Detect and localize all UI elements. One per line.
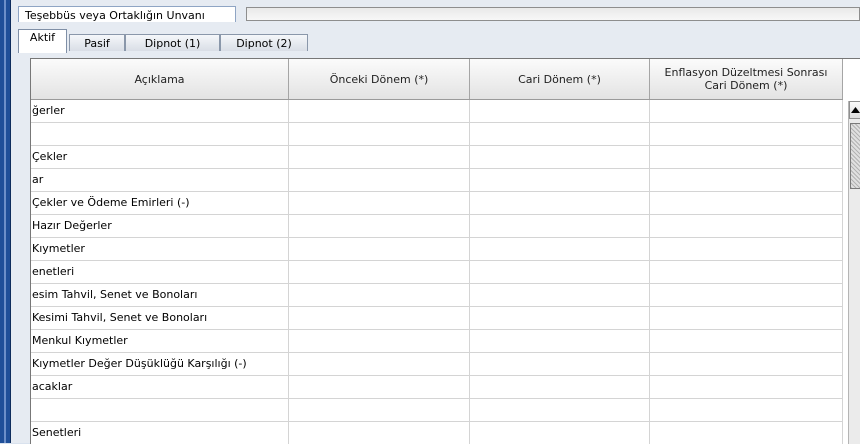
cell-onceki-donem[interactable]	[289, 123, 470, 145]
cell-onceki-donem[interactable]	[289, 376, 470, 398]
column-header-cari-donem[interactable]: Cari Dönem (*)	[470, 59, 650, 99]
cell-aciklama: Kesimi Tahvil, Senet ve Bonoları	[31, 307, 289, 329]
table-row[interactable]: Menkul Kıymetler	[31, 330, 843, 353]
cell-enflasyon-duzeltmesi[interactable]	[650, 100, 843, 122]
cell-aciklama: Menkul Kıymetler	[31, 330, 289, 352]
cell-cari-donem[interactable]	[470, 376, 650, 398]
cell-cari-donem[interactable]	[470, 238, 650, 260]
cell-cari-donem[interactable]	[470, 261, 650, 283]
cell-cari-donem[interactable]	[470, 422, 650, 444]
tab-pasif[interactable]: Pasif	[69, 34, 125, 51]
cell-cari-donem[interactable]	[470, 169, 650, 191]
cell-onceki-donem[interactable]	[289, 192, 470, 214]
cell-enflasyon-duzeltmesi[interactable]	[650, 353, 843, 375]
cell-aciklama: Kıymetler	[31, 238, 289, 260]
cell-cari-donem[interactable]	[470, 330, 650, 352]
arrow-up-icon	[851, 107, 860, 113]
cell-onceki-donem[interactable]	[289, 307, 470, 329]
cell-enflasyon-duzeltmesi[interactable]	[650, 146, 843, 168]
cell-cari-donem[interactable]	[470, 307, 650, 329]
cell-onceki-donem[interactable]	[289, 422, 470, 444]
company-title-label: Teşebbüs veya Ortaklığın Unvanı	[18, 6, 236, 22]
tab-dipnot-1[interactable]: Dipnot (1)	[125, 34, 220, 51]
cell-onceki-donem[interactable]	[289, 146, 470, 168]
table-row[interactable]: Çekler	[31, 146, 843, 169]
table-row[interactable]: ar	[31, 169, 843, 192]
cell-cari-donem[interactable]	[470, 399, 650, 421]
cell-aciklama: ar	[31, 169, 289, 191]
table-row[interactable]	[31, 123, 843, 146]
table-row[interactable]: enetleri	[31, 261, 843, 284]
cell-cari-donem[interactable]	[470, 353, 650, 375]
cell-cari-donem[interactable]	[470, 192, 650, 214]
cell-onceki-donem[interactable]	[289, 353, 470, 375]
table-row[interactable]: Kıymetler	[31, 238, 843, 261]
company-title-field[interactable]	[246, 7, 860, 21]
cell-enflasyon-duzeltmesi[interactable]	[650, 376, 843, 398]
cell-aciklama: esim Tahvil, Senet ve Bonoları	[31, 284, 289, 306]
cell-aciklama: Çekler	[31, 146, 289, 168]
table-row[interactable]	[31, 399, 843, 422]
column-header-enflasyon-duzeltmesi[interactable]: Enflasyon Düzeltmesi Sonrası Cari Dönem …	[650, 59, 843, 99]
cell-aciklama: Çekler ve Ödeme Emirleri (-)	[31, 192, 289, 214]
cell-aciklama	[31, 399, 289, 421]
cell-enflasyon-duzeltmesi[interactable]	[650, 261, 843, 283]
window-left-border-highlight	[4, 0, 6, 443]
table-row[interactable]: esim Tahvil, Senet ve Bonoları	[31, 284, 843, 307]
cell-cari-donem[interactable]	[470, 123, 650, 145]
cell-enflasyon-duzeltmesi[interactable]	[650, 169, 843, 191]
cell-cari-donem[interactable]	[470, 100, 650, 122]
table-row[interactable]: Hazır Değerler	[31, 215, 843, 238]
cell-onceki-donem[interactable]	[289, 100, 470, 122]
cell-aciklama: ğerler	[31, 100, 289, 122]
cell-onceki-donem[interactable]	[289, 238, 470, 260]
cell-aciklama: Kıymetler Değer Düşüklüğü Karşılığı (-)	[31, 353, 289, 375]
grid-header-row: Açıklama Önceki Dönem (*) Cari Dönem (*)…	[31, 59, 843, 100]
cell-cari-donem[interactable]	[470, 284, 650, 306]
vertical-scrollbar[interactable]	[848, 101, 860, 444]
cell-enflasyon-duzeltmesi[interactable]	[650, 238, 843, 260]
cell-onceki-donem[interactable]	[289, 330, 470, 352]
cell-aciklama: acaklar	[31, 376, 289, 398]
company-title-row: Teşebbüs veya Ortaklığın Unvanı	[18, 6, 860, 24]
cell-enflasyon-duzeltmesi[interactable]	[650, 307, 843, 329]
cell-enflasyon-duzeltmesi[interactable]	[650, 215, 843, 237]
cell-aciklama: enetleri	[31, 261, 289, 283]
cell-enflasyon-duzeltmesi[interactable]	[650, 330, 843, 352]
balance-sheet-grid: Açıklama Önceki Dönem (*) Cari Dönem (*)…	[30, 58, 860, 444]
cell-enflasyon-duzeltmesi[interactable]	[650, 123, 843, 145]
cell-cari-donem[interactable]	[470, 146, 650, 168]
cell-onceki-donem[interactable]	[289, 284, 470, 306]
tab-dipnot-2[interactable]: Dipnot (2)	[220, 34, 308, 51]
cell-onceki-donem[interactable]	[289, 399, 470, 421]
cell-aciklama	[31, 123, 289, 145]
tab-aktif[interactable]: Aktif	[18, 29, 67, 53]
cell-enflasyon-duzeltmesi[interactable]	[650, 399, 843, 421]
cell-onceki-donem[interactable]	[289, 261, 470, 283]
cell-aciklama: Senetleri	[31, 422, 289, 444]
column-header-aciklama[interactable]: Açıklama	[31, 59, 289, 99]
cell-onceki-donem[interactable]	[289, 215, 470, 237]
scroll-up-button[interactable]	[849, 101, 860, 119]
table-row[interactable]: acaklar	[31, 376, 843, 399]
cell-enflasyon-duzeltmesi[interactable]	[650, 284, 843, 306]
table-row[interactable]: Kıymetler Değer Düşüklüğü Karşılığı (-)	[31, 353, 843, 376]
table-row[interactable]: Kesimi Tahvil, Senet ve Bonoları	[31, 307, 843, 330]
table-row[interactable]: Senetleri	[31, 422, 843, 444]
cell-aciklama: Hazır Değerler	[31, 215, 289, 237]
cell-cari-donem[interactable]	[470, 215, 650, 237]
scrollbar-thumb[interactable]	[850, 123, 860, 189]
cell-enflasyon-duzeltmesi[interactable]	[650, 192, 843, 214]
table-row[interactable]: Çekler ve Ödeme Emirleri (-)	[31, 192, 843, 215]
column-header-onceki-donem[interactable]: Önceki Dönem (*)	[289, 59, 470, 99]
table-row[interactable]: ğerler	[31, 100, 843, 123]
cell-onceki-donem[interactable]	[289, 169, 470, 191]
cell-enflasyon-duzeltmesi[interactable]	[650, 422, 843, 444]
